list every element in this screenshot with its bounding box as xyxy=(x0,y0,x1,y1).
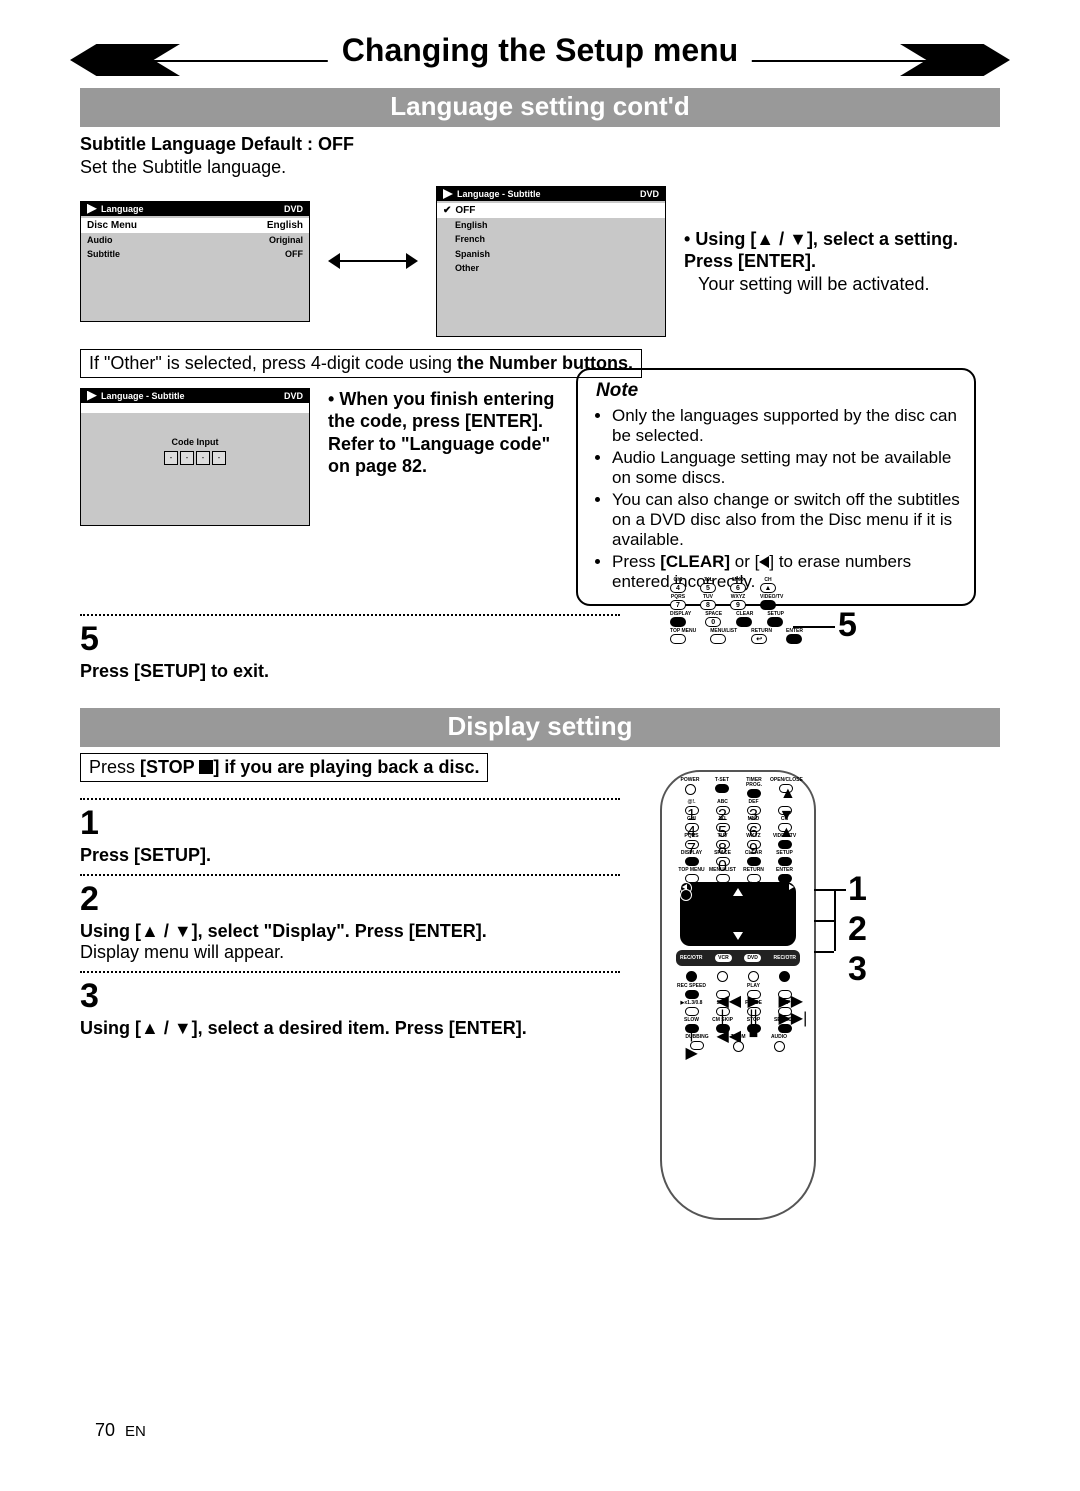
osd-tag: DVD xyxy=(284,204,303,214)
other-note: If "Other" is selected, press 4-digit co… xyxy=(80,349,642,378)
dotted-divider xyxy=(80,798,620,800)
step-text: Press [SETUP] to exit. xyxy=(80,661,1000,682)
page-number: 70 EN xyxy=(95,1420,146,1441)
page-banner: Changing the Setup menu xyxy=(80,38,1000,84)
step-text: Using [▲ / ▼], select a desired item. Pr… xyxy=(80,1018,1000,1039)
osd-title: Language - Subtitle xyxy=(101,391,185,401)
play-icon xyxy=(87,204,97,214)
osd-row-label: Audio xyxy=(87,235,113,245)
note-item: You can also change or switch off the su… xyxy=(612,490,960,550)
section-language: Language setting cont'd xyxy=(80,88,1000,127)
using-sub: Your setting will be activated. xyxy=(684,273,1000,296)
osd-option: Spanish xyxy=(437,247,665,261)
osd-title: Language - Subtitle xyxy=(457,189,541,199)
dotted-divider xyxy=(80,874,620,876)
osd-language: Language DVD Disc Menu English Audio Origi… xyxy=(80,201,310,322)
code-boxes: ---- xyxy=(81,451,309,465)
keypad-detail: GHI4 JKL5 MNO6 CH▲ PQRS7 TUV8 WXYZ9 VIDE… xyxy=(670,578,803,646)
callout-2: 2 xyxy=(848,910,867,949)
callout-1: 1 xyxy=(848,870,867,909)
osd-option: OFF xyxy=(455,205,475,216)
page-title: Changing the Setup menu xyxy=(328,32,752,69)
step-number: 5 xyxy=(80,620,1000,659)
callout-3: 3 xyxy=(848,950,867,989)
osd-option: French xyxy=(437,232,665,246)
dotted-divider xyxy=(80,971,620,973)
dotted-divider xyxy=(80,614,620,616)
osd-title: Language xyxy=(101,204,144,214)
step-number: 1 xyxy=(80,804,1000,843)
note-item: Audio Language setting may not be availa… xyxy=(612,448,960,488)
remote-control: POWER T-SET TIMER PROG. OPEN/CLOSE▲ @!.1… xyxy=(660,770,816,1220)
stop-icon xyxy=(199,760,213,774)
callout-5: 5 xyxy=(838,606,857,645)
osd-row-value: OFF xyxy=(285,249,303,259)
mode-bar: REC/OTRVCRDVDREC/OTR xyxy=(676,950,800,966)
stop-note: Press [STOP ] if you are playing back a … xyxy=(80,753,488,782)
section-display: Display setting xyxy=(80,708,1000,747)
play-icon xyxy=(87,391,97,401)
note-title: Note xyxy=(596,380,960,402)
triangle-left-icon xyxy=(759,556,769,568)
osd-tag: DVD xyxy=(284,391,303,401)
code-instruction: When you finish entering the code, press… xyxy=(328,389,554,477)
osd-option: English xyxy=(437,218,665,232)
osd-code-input: Language - Subtitle DVD Code Input ---- xyxy=(80,388,310,526)
osd-tag: DVD xyxy=(640,189,659,199)
open-close-button: ▲ xyxy=(779,784,793,793)
osd-row-label: Disc Menu xyxy=(87,220,137,231)
subtitle-heading: Subtitle Language Default : OFF xyxy=(80,133,1000,156)
note-item: Only the languages supported by the disc… xyxy=(612,406,960,446)
power-button xyxy=(685,784,696,795)
osd-row-value: Original xyxy=(269,235,303,245)
note-box: Note Only the languages supported by the… xyxy=(576,368,976,606)
subtitle-desc: Set the Subtitle language. xyxy=(80,156,1000,179)
tset-button xyxy=(715,784,729,793)
osd-row-label: Subtitle xyxy=(87,249,120,259)
play-icon xyxy=(443,189,453,199)
osd-row-value: English xyxy=(267,220,303,231)
using-instruction: Using [▲ / ▼], select a setting. Press [… xyxy=(684,229,958,272)
osd-language-subtitle: Language - Subtitle DVD ✔OFF English Fre… xyxy=(436,186,666,337)
double-arrow-icon xyxy=(328,251,418,271)
code-label: Code Input xyxy=(81,437,309,447)
osd-option: Other xyxy=(437,261,665,275)
dpad xyxy=(680,882,796,946)
timer-button xyxy=(747,789,761,798)
step-text: Press [SETUP]. xyxy=(80,845,1000,866)
